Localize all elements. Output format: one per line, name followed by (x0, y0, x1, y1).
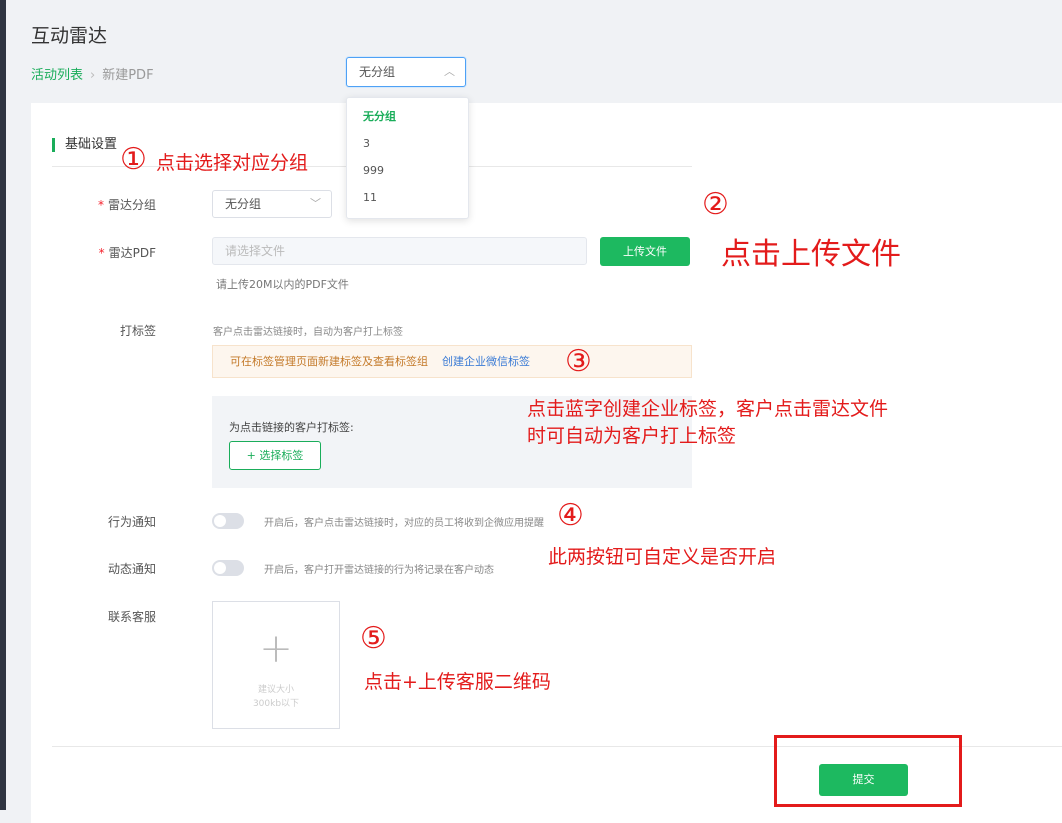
pdf-size-hint: 请上传20M以内的PDF文件 (216, 278, 349, 291)
left-nav-strip (0, 0, 6, 810)
annotation-step5-number: ⑤ (360, 621, 387, 656)
chevron-down-icon: ﹀ (310, 197, 321, 210)
behavior-notify-toggle[interactable] (212, 513, 244, 529)
annotation-step3-line1: 点击蓝字创建企业标签，客户点击雷达文件 (527, 398, 889, 420)
tag-panel-text: 为点击链接的客户打标签: (229, 421, 354, 434)
tagging-label: 打标签 (119, 324, 156, 338)
breadcrumb-current: 新建PDF (102, 68, 154, 83)
radar-group-select[interactable]: 无分组 ﹀ (212, 190, 332, 218)
annotation-step4-text: 此两按钮可自定义是否开启 (548, 546, 777, 568)
section-title: 基础设置 (52, 138, 117, 152)
annotation-step1-number: ① (120, 142, 147, 177)
annotation-step2-text: 点击上传文件 (721, 237, 901, 272)
group-dropdown-menu: 无分组 3 999 11 (346, 97, 469, 219)
annotation-step2-number: ② (702, 187, 729, 222)
dynamic-notify-desc: 开启后，客户打开雷达链接的行为将记录在客户动态 (264, 565, 494, 576)
page-title: 互动雷达 (31, 25, 108, 47)
group-filter-select[interactable]: 无分组 ︿ (346, 57, 466, 87)
service-qr-upload[interactable]: + 建议大小 300kb以下 (212, 601, 340, 729)
group-filter-value: 无分组 (359, 65, 396, 79)
plus-icon: + (259, 626, 293, 672)
tag-tip-banner: 可在标签管理页面新建标签及查看标签组 创建企业微信标签 (212, 345, 692, 378)
dropdown-option[interactable]: 无分组 (347, 103, 468, 130)
chevron-up-icon: ︿ (444, 65, 455, 78)
radar-pdf-label: * 雷达PDF (98, 246, 156, 260)
tagging-description: 客户点击雷达链接时，自动为客户打上标签 (213, 327, 403, 338)
radar-group-label: * 雷达分组 (97, 198, 156, 212)
annotation-step3-line2: 时可自动为客户打上标签 (527, 425, 737, 447)
breadcrumb: 活动列表 › 新建PDF (31, 64, 154, 83)
breadcrumb-separator-icon: › (90, 68, 96, 83)
annotation-step3-number: ③ (565, 344, 592, 379)
breadcrumb-activity-list-link[interactable]: 活动列表 (31, 68, 83, 83)
tag-tip-text: 可在标签管理页面新建标签及查看标签组 (230, 355, 428, 368)
dropdown-option[interactable]: 3 (347, 130, 468, 157)
toggle-knob (214, 562, 226, 574)
dynamic-notify-label: 动态通知 (107, 562, 156, 576)
contact-service-label: 联系客服 (107, 610, 156, 624)
radar-group-value: 无分组 (225, 197, 262, 211)
annotation-step1-text: 点击选择对应分组 (156, 152, 309, 174)
behavior-notify-desc: 开启后，客户点击雷达链接时，对应的员工将收到企微应用提醒 (264, 518, 544, 529)
submit-highlight-frame (774, 735, 962, 807)
select-tag-button[interactable]: + 选择标签 (229, 441, 321, 470)
dynamic-notify-toggle[interactable] (212, 560, 244, 576)
pdf-file-input[interactable]: 请选择文件 (212, 237, 587, 265)
annotation-step4-number: ④ (557, 498, 584, 533)
upload-hint-line1: 建议大小 (257, 685, 294, 695)
dropdown-option[interactable]: 11 (347, 184, 468, 211)
behavior-notify-label: 行为通知 (107, 515, 156, 529)
toggle-knob (214, 515, 226, 527)
dropdown-option[interactable]: 999 (347, 157, 468, 184)
create-wecom-tag-link[interactable]: 创建企业微信标签 (442, 355, 530, 368)
annotation-step5-text: 点击+上传客服二维码 (364, 671, 551, 693)
upload-file-button[interactable]: 上传文件 (600, 237, 690, 266)
upload-hint-line2: 300kb以下 (252, 699, 300, 709)
